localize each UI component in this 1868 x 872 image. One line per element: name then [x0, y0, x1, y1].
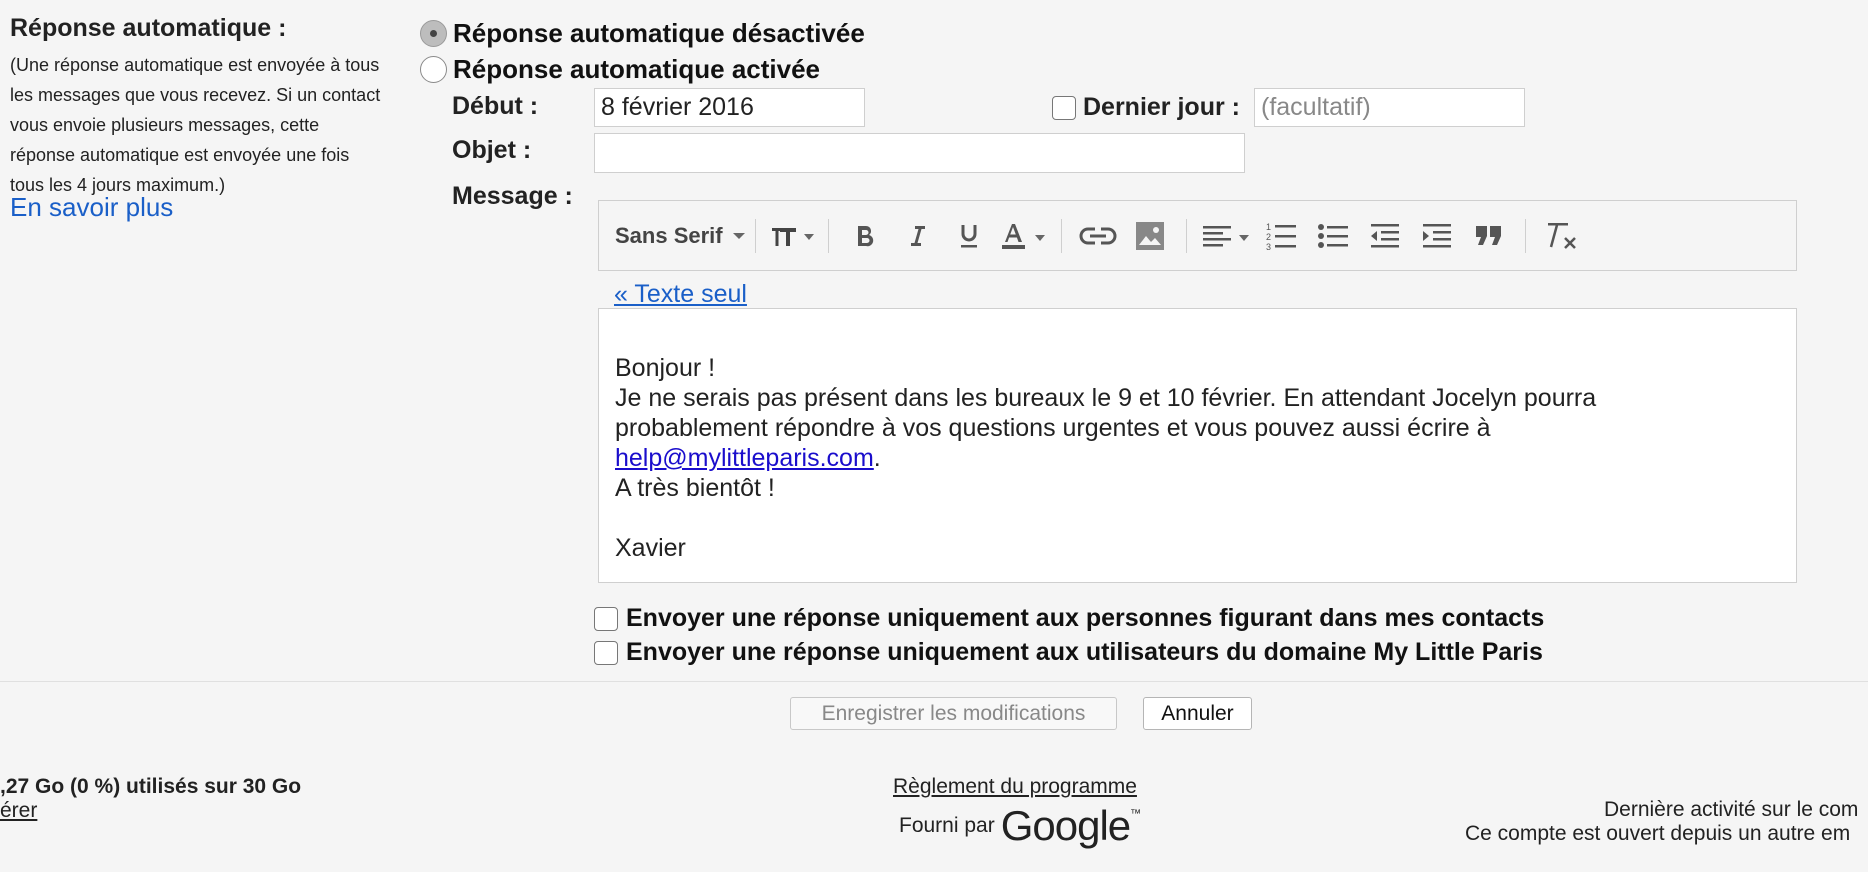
- toolbar-divider: [1185, 218, 1187, 253]
- formatting-toolbar: Sans Serif 123: [598, 200, 1797, 271]
- domain-only-option[interactable]: Envoyer une réponse uniquement aux utili…: [594, 638, 1543, 667]
- domain-only-checkbox[interactable]: [594, 640, 618, 665]
- quote-icon: [1475, 225, 1501, 245]
- email-link[interactable]: help@mylittleparis.com: [615, 444, 874, 472]
- auto-reply-on-radio[interactable]: [420, 56, 447, 83]
- toolbar-divider: [1524, 218, 1526, 253]
- section-divider: [0, 681, 1868, 682]
- google-logo: Google: [1000, 802, 1131, 849]
- indent-more-button[interactable]: [1415, 211, 1459, 261]
- align-button[interactable]: [1201, 211, 1251, 261]
- align-icon: [1202, 225, 1249, 246]
- text-color-button[interactable]: [999, 211, 1047, 261]
- font-family-select[interactable]: Sans Serif: [615, 223, 745, 249]
- numbered-list-button[interactable]: 123: [1259, 211, 1303, 261]
- text-size-button[interactable]: [770, 211, 814, 261]
- text-color-icon: [1001, 223, 1045, 249]
- message-editor[interactable]: Bonjour ! Je ne serais pas présent dans …: [598, 308, 1797, 583]
- message-label: Message :: [452, 182, 573, 210]
- indent-less-icon: [1370, 223, 1399, 247]
- plain-text-link[interactable]: « Texte seul: [614, 280, 747, 309]
- account-open-elsewhere-text: Ce compte est ouvert depuis un autre em: [1465, 822, 1851, 845]
- chevron-down-icon: [732, 232, 745, 239]
- svg-text:1: 1: [1266, 222, 1271, 232]
- auto-reply-on-label[interactable]: Réponse automatique activée: [453, 54, 820, 85]
- section-description: (Une réponse automatique est envoyée à t…: [10, 55, 381, 195]
- svg-text:2: 2: [1266, 232, 1271, 242]
- bulleted-list-icon: [1317, 223, 1348, 248]
- bold-icon: [857, 225, 873, 246]
- toolbar-divider: [1060, 218, 1062, 253]
- section-title: Réponse automatique :: [10, 14, 287, 42]
- trademark-mark: ™: [1130, 808, 1142, 820]
- last-day-input[interactable]: (facultatif): [1254, 88, 1525, 127]
- last-activity-text: Dernière activité sur le com: [1604, 798, 1859, 821]
- message-signature: Xavier: [615, 534, 686, 562]
- italic-icon: [910, 225, 925, 246]
- start-label: Début :: [452, 92, 539, 120]
- powered-by-label: Fourni par: [899, 814, 995, 837]
- manage-storage-link[interactable]: érer: [0, 799, 37, 823]
- message-greeting: Bonjour !: [615, 354, 716, 382]
- auto-reply-off-option[interactable]: Réponse automatique désactivée: [420, 18, 865, 49]
- underline-button[interactable]: [947, 211, 991, 261]
- font-family-label: Sans Serif: [615, 222, 723, 248]
- link-icon: [1079, 227, 1117, 244]
- program-policy-link[interactable]: Règlement du programme: [893, 775, 1137, 799]
- auto-reply-off-radio[interactable]: [420, 20, 447, 47]
- image-icon: [1135, 221, 1164, 250]
- message-line-1: Je ne serais pas présent dans les bureau…: [615, 384, 1597, 412]
- underline-icon: [960, 224, 977, 247]
- powered-by: Fourni par Google ™: [899, 802, 1141, 850]
- message-email-line: help@mylittleparis.com.: [615, 443, 1780, 473]
- contacts-only-label[interactable]: Envoyer une réponse uniquement aux perso…: [626, 604, 1544, 633]
- domain-only-label[interactable]: Envoyer une réponse uniquement aux utili…: [626, 638, 1543, 667]
- start-date-input[interactable]: 8 février 2016: [594, 88, 865, 127]
- contacts-only-option[interactable]: Envoyer une réponse uniquement aux perso…: [594, 604, 1544, 633]
- bold-button[interactable]: [843, 211, 887, 261]
- bulleted-list-button[interactable]: [1311, 211, 1355, 261]
- italic-button[interactable]: [895, 211, 939, 261]
- svg-text:3: 3: [1266, 242, 1271, 251]
- message-line-2: probablement répondre à vos questions ur…: [615, 414, 1491, 442]
- subject-input[interactable]: [594, 133, 1245, 173]
- message-closing: A très bientôt !: [615, 474, 775, 502]
- learn-more-link[interactable]: En savoir plus: [10, 192, 173, 223]
- quote-button[interactable]: [1467, 211, 1511, 261]
- storage-usage: ,27 Go (0 %) utilisés sur 30 Go: [0, 775, 302, 798]
- insert-link-button[interactable]: [1076, 211, 1120, 261]
- last-day-checkbox[interactable]: [1052, 96, 1076, 120]
- text-size-icon: [771, 227, 814, 246]
- subject-label: Objet :: [452, 136, 532, 164]
- remove-formatting-button[interactable]: [1540, 211, 1584, 261]
- numbered-list-icon: 123: [1266, 222, 1296, 251]
- auto-reply-on-option[interactable]: Réponse automatique activée: [420, 54, 820, 85]
- auto-reply-off-label[interactable]: Réponse automatique désactivée: [453, 18, 865, 49]
- indent-less-button[interactable]: [1363, 211, 1407, 261]
- insert-image-button[interactable]: [1128, 211, 1172, 261]
- save-changes-button[interactable]: Enregistrer les modifications: [790, 697, 1117, 730]
- last-day-label: Dernier jour :: [1083, 93, 1240, 121]
- contacts-only-checkbox[interactable]: [594, 606, 618, 631]
- remove-formatting-icon: [1547, 222, 1576, 249]
- toolbar-divider: [754, 218, 756, 253]
- toolbar-divider: [827, 218, 829, 253]
- email-suffix: .: [873, 444, 881, 472]
- cancel-button[interactable]: Annuler: [1143, 697, 1252, 730]
- indent-more-icon: [1422, 223, 1451, 247]
